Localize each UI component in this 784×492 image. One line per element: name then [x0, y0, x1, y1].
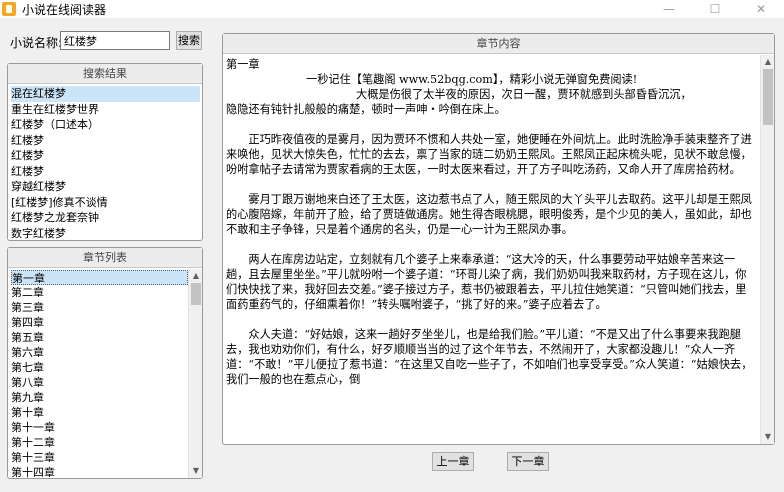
novel-name-input[interactable]	[60, 31, 170, 50]
scroll-down-arrow-icon[interactable]: ▼	[761, 430, 775, 444]
result-item[interactable]: 混在红楼梦	[11, 86, 200, 102]
scroll-thumb[interactable]	[191, 283, 201, 305]
chapter-item[interactable]: 第五章	[11, 330, 188, 345]
next-chapter-button[interactable]: 下一章	[507, 452, 549, 471]
prev-chapter-button[interactable]: 上一章	[432, 452, 474, 471]
result-item[interactable]: 红楼梦	[11, 164, 200, 180]
chapter-item[interactable]: 第十一章	[11, 420, 188, 435]
chapter-item[interactable]: 第十三章	[11, 450, 188, 465]
chapter-item[interactable]: 第十章	[11, 405, 188, 420]
result-item[interactable]: 红楼梦（口述本）	[11, 117, 200, 133]
paragraph: 两人在库房边站定，立刻就有几个婆子上来奉承道：“这大冷的天，什么事要劳动平姑娘辛…	[226, 253, 747, 311]
chapter-item[interactable]: 第一章	[11, 270, 188, 285]
result-item[interactable]: 数字红楼梦	[11, 226, 200, 242]
chapter-item[interactable]: 第六章	[11, 345, 188, 360]
chapter-title: 第一章	[226, 58, 260, 71]
chapter-item[interactable]: 第十四章	[11, 465, 188, 480]
chapter-list-panel: 章节列表 第一章 第二章 第三章 第四章 第五章 第六章 第七章 第八章 第九章…	[7, 247, 203, 479]
result-item[interactable]: 红楼梦	[11, 148, 200, 164]
novel-name-label: 小说名称:	[10, 36, 63, 50]
chapter-list-header: 章节列表	[8, 248, 202, 268]
search-results-list: 混在红楼梦 重生在红楼梦世界 红楼梦（口述本） 红楼梦 红楼梦 红楼梦 穿越红楼…	[8, 84, 202, 241]
app-book-icon	[2, 2, 16, 16]
scroll-up-arrow-icon[interactable]: ▲	[761, 55, 775, 69]
paragraph: 众人夫道：“好姑娘，这来一趟好歹坐坐儿，也是给我们脸。”平儿道：“不是又出了什么…	[226, 328, 753, 386]
scroll-down-arrow-icon[interactable]: ▼	[189, 464, 203, 478]
chapter-list: 第一章 第二章 第三章 第四章 第五章 第六章 第七章 第八章 第九章 第十章 …	[8, 268, 188, 480]
result-item[interactable]: 穿越红楼梦	[11, 179, 200, 195]
intro-line: 隐隐还有钝针扎般般的痛楚，顿时一声呻・吟倒在床上。	[226, 103, 506, 116]
chapter-content-header: 章节内容	[223, 34, 774, 54]
chapter-item[interactable]: 第七章	[11, 360, 188, 375]
chapter-item[interactable]: 第四章	[11, 315, 188, 330]
scroll-thumb[interactable]	[763, 69, 773, 125]
search-results-header: 搜索结果	[8, 64, 202, 84]
maximize-button[interactable]: ☐	[692, 0, 738, 18]
paragraph: 正巧昨夜值夜的是雾月，因为贾环不惯和人共处一室，她便睡在外间炕上。此时洗脸净手装…	[226, 133, 752, 176]
chapter-item[interactable]: 第十二章	[11, 435, 188, 450]
chapter-item[interactable]: 第九章	[11, 390, 188, 405]
window-title: 小说在线阅读器	[22, 2, 107, 17]
search-button[interactable]: 搜索	[176, 31, 202, 50]
intro-line: 大概是伤很了太半夜的原因，次日一醒，贾环就感到头部昏昏沉沉，	[356, 88, 692, 101]
paragraph: 雾月丁跟万谢地来白还了王太医，这边惹书点了人，随王熙凤的大丫头平儿去取药。这平儿…	[226, 193, 752, 236]
chapter-item[interactable]: 第八章	[11, 375, 188, 390]
minimize-button[interactable]: —	[646, 0, 692, 18]
content-scrollbar[interactable]: ▲ ▼	[760, 55, 774, 444]
scroll-up-arrow-icon[interactable]: ▲	[189, 269, 203, 283]
chapter-list-scrollbar[interactable]: ▲ ▼	[188, 269, 202, 478]
search-results-panel: 搜索结果 混在红楼梦 重生在红楼梦世界 红楼梦（口述本） 红楼梦 红楼梦 红楼梦…	[7, 63, 203, 241]
result-item[interactable]: 红楼梦	[11, 133, 200, 149]
chapter-content-panel: 章节内容 第一章 一秒记住【笔趣阁 www.52bqg.com】，精彩小说无弹窗…	[222, 33, 775, 445]
window-controls: — ☐ ✕	[646, 0, 784, 18]
chapter-text-area[interactable]: 第一章 一秒记住【笔趣阁 www.52bqg.com】，精彩小说无弹窗免费阅读!…	[226, 57, 757, 442]
title-bar: 小说在线阅读器 — ☐ ✕	[0, 0, 784, 18]
result-item[interactable]: [红楼梦]修真不谈情	[11, 195, 200, 211]
result-item[interactable]: 重生在红楼梦世界	[11, 102, 200, 118]
chapter-item[interactable]: 第二章	[11, 285, 188, 300]
intro-line: 一秒记住【笔趣阁 www.52bqg.com】，精彩小说无弹窗免费阅读!	[306, 73, 638, 86]
close-button[interactable]: ✕	[738, 0, 784, 18]
result-item[interactable]: 红楼梦之龙套奈钟	[11, 210, 200, 226]
chapter-item[interactable]: 第三章	[11, 300, 188, 315]
